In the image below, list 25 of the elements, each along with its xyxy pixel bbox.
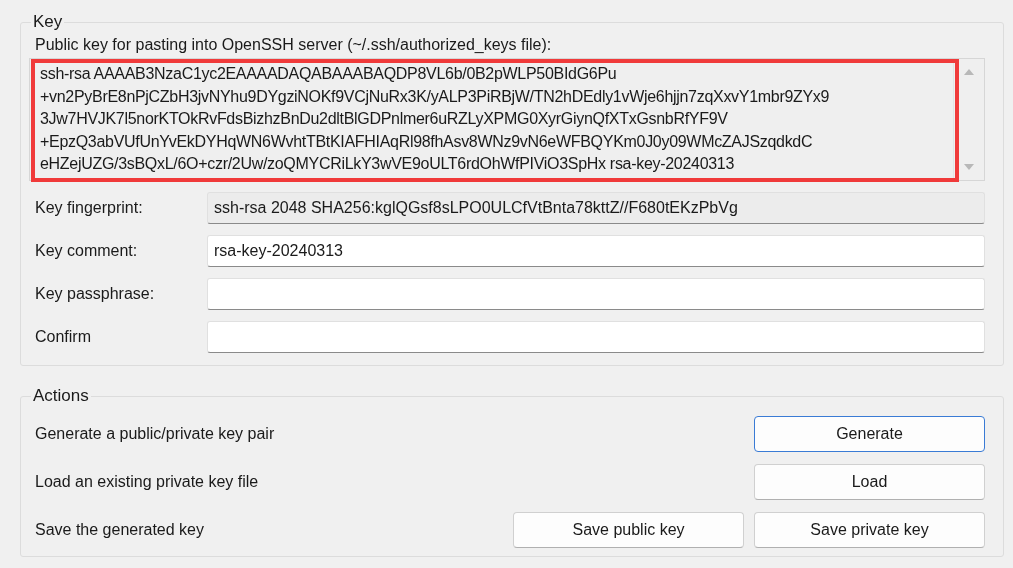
group-title: Actions <box>32 386 90 406</box>
field-label: Key comment: <box>35 242 139 260</box>
field-label: Confirm <box>35 328 92 346</box>
field-label: Key fingerprint: <box>35 199 144 217</box>
field-label: Key passphrase: <box>35 285 156 303</box>
action-button[interactable]: Load <box>754 464 985 500</box>
public-key-label: Public key for pasting into OpenSSH server (~/.ssh/authorized_keys file): <box>35 36 553 54</box>
group-title: Key <box>32 12 64 32</box>
key-text-line: +EpzQ3abVUfUnYvEkDYHqWN6WvhtTBtKIAFHIAqRl98fhAsv8WNz9vN6eWFBQYKm0J0y09WMcZAJSzqdkdC <box>40 131 814 152</box>
input-field[interactable] <box>207 321 985 353</box>
action-description: Generate a public/private key pair <box>35 425 275 443</box>
scroll-down-arrow-icon[interactable] <box>964 164 974 170</box>
key-text-line: +vn2PyBrE8nPjCZbH3jvNYhu9DYgziNOKf9VCjNuRx3K/yALP3PiRBjW/TN2hDEdly1vWje6hjjn7zqXxvY1mbr9ZYx9 <box>40 86 831 107</box>
action-button[interactable]: Generate <box>754 416 985 452</box>
input-field[interactable]: rsa-key-20240313 <box>207 235 985 267</box>
action-description: Load an existing private key file <box>35 473 259 491</box>
key-text-line: eHZejUZG/3sBQxL/6O+czr/2Uw/zoQMYCRiLkY3wVE9oULT6rdOhWfPIViO3SpHx rsa-key-20240313 <box>40 154 736 174</box>
input-field[interactable]: ssh-rsa 2048 SHA256:kglQGsf8sLPO0ULCfVtBnta78kttZ//F680tEKzPbVg <box>207 192 985 224</box>
scroll-up-arrow-icon[interactable] <box>964 69 974 75</box>
key-text-line: ssh-rsa AAAAB3NzaC1yc2EAAAADAQABAAABAQDP8VL6b/0B2pWLP50BIdG6Pu <box>40 64 618 84</box>
input-field[interactable] <box>207 278 985 310</box>
action-description: Save the generated key <box>35 521 204 539</box>
action-button[interactable]: Save private key <box>754 512 985 548</box>
action-button[interactable]: Save public key <box>513 512 744 548</box>
key-text-line: 3Jw7HVJK7l5norKTOkRvFdsBizhzBnDu2dltBlGDPnlmer6uRZLyXPMG0XyrGiynQfXTxGsnbRfYF9V <box>40 109 729 129</box>
